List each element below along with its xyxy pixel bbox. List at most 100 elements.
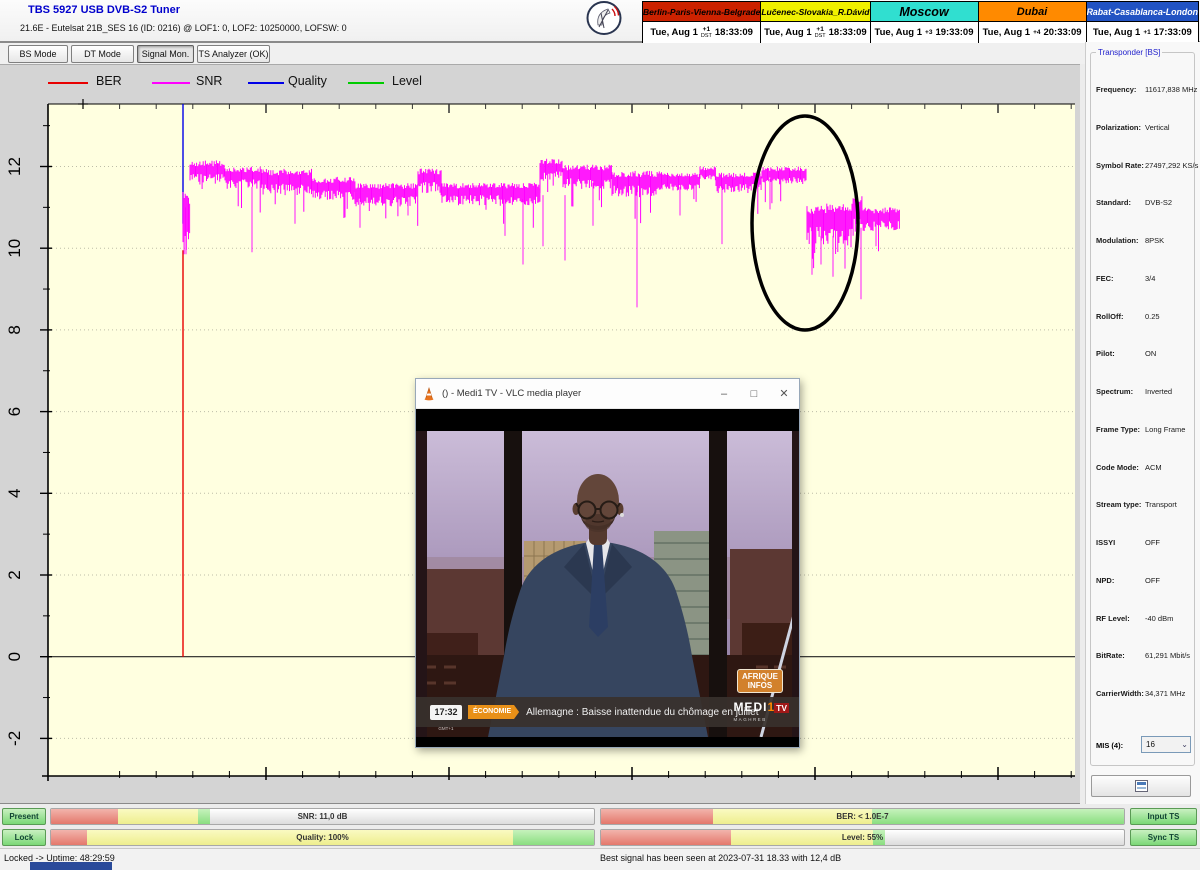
input-ts-indicator[interactable]: Input TS bbox=[1130, 808, 1197, 825]
svg-text:10: 10 bbox=[5, 239, 24, 258]
transponder-row-value: ON bbox=[1145, 349, 1156, 358]
transponder-row: Frame Type:Long Frame bbox=[1091, 425, 1196, 437]
transponder-row: NPD:OFF bbox=[1091, 576, 1196, 588]
dst-flag: DST bbox=[815, 33, 826, 39]
logo-subtext: MAGHREB bbox=[733, 714, 789, 726]
snr-meter: SNR: 11,0 dB bbox=[50, 808, 595, 825]
transponder-row-label: CarrierWidth: bbox=[1096, 689, 1144, 698]
chevron-down-icon: ⌄ bbox=[1181, 737, 1188, 752]
news-ticker: 17:32GMT+1 ÉCONOMIE Allemagne : Baisse i… bbox=[416, 697, 799, 727]
svg-text:2: 2 bbox=[5, 570, 24, 579]
transponder-row: BitRate:61,291 Mbit/s bbox=[1091, 651, 1196, 663]
ticker-timezone: GMT+1 bbox=[430, 721, 462, 736]
meter-text: BER: < 1.0E-7 bbox=[601, 809, 1124, 825]
clock-date: Tue, Aug 1 bbox=[1093, 27, 1141, 38]
ticker-time: 17:32GMT+1 bbox=[430, 705, 462, 720]
dxsatcs-logo: DXSATCS.COM bbox=[575, 1, 633, 42]
tab-ts-analyzer[interactable]: TS Analyzer (OK) bbox=[197, 45, 270, 63]
clock-city-label: Dubai bbox=[979, 2, 1086, 22]
transponder-row-value: DVB-S2 bbox=[1145, 198, 1172, 207]
svg-text:4: 4 bbox=[5, 489, 24, 498]
clock-date: Tue, Aug 1 bbox=[983, 27, 1031, 38]
transponder-row-value: ACM bbox=[1145, 463, 1162, 472]
clock-time: Tue, Aug 1+420:33:09 bbox=[979, 22, 1086, 43]
badge-line1: AFRIQUE bbox=[742, 672, 778, 681]
maximize-button[interactable]: □ bbox=[739, 380, 769, 408]
frame-edge-left bbox=[416, 431, 427, 737]
utc-offset: +3 bbox=[925, 30, 932, 36]
lock-indicator[interactable]: Lock bbox=[2, 829, 46, 846]
legend-line-snr bbox=[152, 82, 190, 84]
transponder-row: Stream type:Transport bbox=[1091, 500, 1196, 512]
transponder-row-label: Symbol Rate: bbox=[1096, 161, 1144, 170]
meter-text: SNR: 11,0 dB bbox=[51, 809, 594, 825]
video-area[interactable]: AFRIQUE INFOS 17:32GMT+1 ÉCONOMIE Allema… bbox=[416, 431, 799, 737]
transponder-row: Modulation:8PSK bbox=[1091, 236, 1196, 248]
mis-value: 16 bbox=[1146, 740, 1155, 749]
world-clocks: Berlin-Paris-Vienna-Belgrade Tue, Aug 1+… bbox=[643, 1, 1199, 44]
tab-dt-mode[interactable]: DT Mode bbox=[71, 45, 134, 63]
clock-time: Tue, Aug 1+319:33:09 bbox=[871, 22, 978, 43]
transponder-row: Code Mode:ACM bbox=[1091, 463, 1196, 475]
transponder-title: Transponder [BS] bbox=[1096, 48, 1162, 57]
ticker-category-badge: ÉCONOMIE bbox=[468, 705, 519, 719]
transponder-row-value: Inverted bbox=[1145, 387, 1172, 396]
list-icon bbox=[1135, 780, 1148, 792]
svg-text:-2: -2 bbox=[5, 731, 24, 746]
transponder-row-label: Modulation: bbox=[1096, 236, 1139, 245]
dst-flag: DST bbox=[701, 33, 712, 39]
legend-label-snr: SNR bbox=[196, 74, 222, 88]
transponder-row-value: Long Frame bbox=[1145, 425, 1185, 434]
chart-legend: BER SNR Quality Level bbox=[0, 71, 700, 93]
meter-text: Level: 55% bbox=[601, 830, 1124, 846]
vlc-titlebar[interactable]: () - Medi1 TV - VLC media player – □ ✕ bbox=[416, 379, 799, 409]
svg-text:0: 0 bbox=[5, 652, 24, 661]
transponder-row: RF Level:-40 dBm bbox=[1091, 614, 1196, 626]
transponder-row-label: Polarization: bbox=[1096, 123, 1141, 132]
transponder-row-value: Vertical bbox=[1145, 123, 1170, 132]
clock-time: Tue, Aug 1+1 17:33:09 bbox=[1087, 22, 1198, 43]
transponder-row-label: Spectrum: bbox=[1096, 387, 1133, 396]
ticker-headline: Allemagne : Baisse inattendue du chômage… bbox=[526, 707, 758, 718]
clock-hms: 19:33:09 bbox=[935, 27, 973, 38]
clock-city-label: Berlin-Paris-Vienna-Belgrade bbox=[643, 2, 760, 22]
frame-edge-right bbox=[792, 431, 799, 737]
clock-rabat-casablanca-london: Rabat-Casablanca-London Tue, Aug 1+117:3… bbox=[1086, 1, 1199, 44]
close-button[interactable]: ✕ bbox=[769, 380, 799, 408]
tab-signal-mon[interactable]: Signal Mon. bbox=[137, 45, 194, 63]
level-meter: Level: 55% bbox=[600, 829, 1125, 846]
transponder-row: Spectrum: Inverted bbox=[1091, 387, 1196, 399]
legend-line-level bbox=[348, 82, 384, 84]
utc-offset: +1 bbox=[1143, 30, 1150, 36]
ts-capture-button[interactable] bbox=[1091, 775, 1191, 797]
svg-text:6: 6 bbox=[5, 407, 24, 416]
sync-ts-indicator[interactable]: Sync TS bbox=[1130, 829, 1197, 846]
transponder-row-label: Frequency: bbox=[1096, 85, 1136, 94]
transponder-row-label: Pilot: bbox=[1096, 349, 1115, 358]
svg-text:12: 12 bbox=[5, 157, 24, 176]
transponder-row: Standard:DVB-S2 bbox=[1091, 198, 1196, 210]
transponder-row-value: 34,371 MHz bbox=[1145, 689, 1185, 698]
transponder-row-label: BitRate: bbox=[1096, 651, 1125, 660]
vlc-window: () - Medi1 TV - VLC media player – □ ✕ bbox=[415, 378, 800, 748]
mis-label: MIS (4): bbox=[1096, 741, 1123, 750]
satellite-dish-icon bbox=[586, 1, 622, 35]
transponder-row-value: -40 dBm bbox=[1145, 614, 1173, 623]
transponder-row: Polarization: Vertical bbox=[1091, 123, 1196, 135]
minimize-button[interactable]: – bbox=[709, 380, 739, 408]
transponder-row: Symbol Rate:27497,292 KS/s bbox=[1091, 161, 1196, 173]
tab-bs-mode[interactable]: BS Mode bbox=[8, 45, 68, 63]
present-indicator[interactable]: Present bbox=[2, 808, 46, 825]
mis-dropdown[interactable]: 16 ⌄ bbox=[1141, 736, 1191, 753]
taskbar-item[interactable] bbox=[30, 862, 112, 870]
transponder-row-value: 11617,838 MHz bbox=[1145, 85, 1197, 94]
transponder-groupbox: Transponder [BS] Frequency:11617,838 MHz… bbox=[1090, 52, 1195, 766]
meter-text: Quality: 100% bbox=[51, 830, 594, 846]
signal-meters-bar: Present Lock SNR: 11,0 dB Quality: 100% … bbox=[0, 805, 1200, 848]
clock-moscow: Moscow Tue, Aug 1+319:33:09 bbox=[870, 1, 979, 44]
clock-hms: 17:33:09 bbox=[1154, 27, 1192, 38]
transponder-row-value: 27497,292 KS/s bbox=[1145, 161, 1198, 170]
utc-offset: +4 bbox=[1033, 30, 1040, 36]
legend-line-ber bbox=[48, 82, 88, 84]
legend-label-level: Level bbox=[392, 74, 422, 88]
